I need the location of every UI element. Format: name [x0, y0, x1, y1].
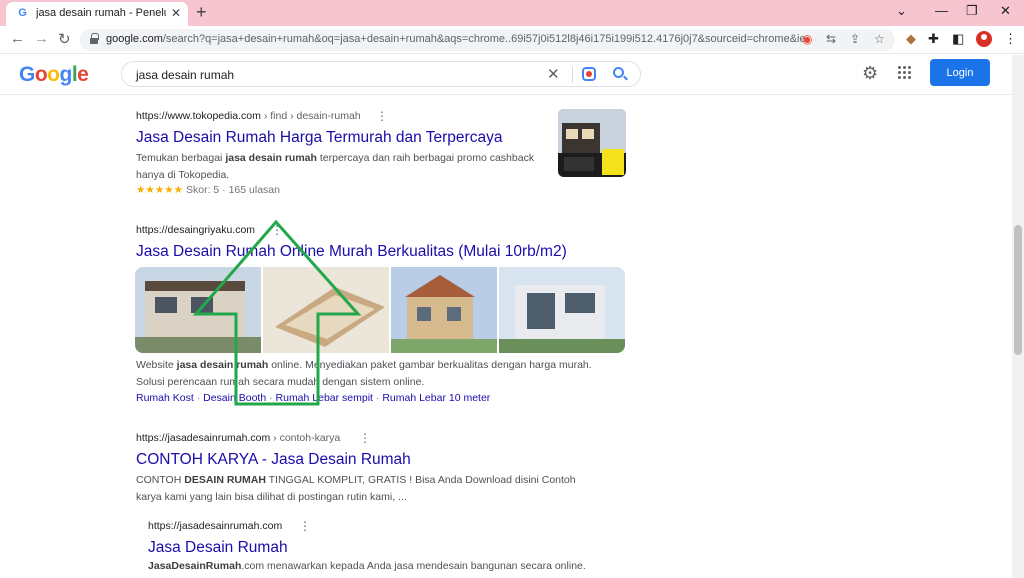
sitelink[interactable]: Rumah Kost	[136, 392, 194, 404]
result-cite[interactable]: https://www.tokopedia.com › find › desai…	[136, 110, 361, 122]
google-favicon-icon: G	[18, 7, 27, 19]
login-button[interactable]: Login	[930, 59, 990, 86]
scrollbar-thumb[interactable]	[1014, 225, 1022, 355]
google-header: Google jasa desain rumah ✕ ⚙ Login	[0, 55, 1012, 95]
tab-title: jasa desain rumah - Penelusuran	[36, 7, 166, 19]
more-options-icon[interactable]: ⋮	[359, 431, 371, 445]
clear-icon[interactable]: ✕	[547, 65, 560, 83]
up-arrow-annotation-icon	[192, 219, 362, 406]
lock-icon	[90, 33, 99, 44]
house-image	[558, 109, 626, 177]
result-title-link[interactable]: CONTOH KARYA - Jasa Desain Rumah	[136, 451, 411, 469]
search-box[interactable]: jasa desain rumah ✕	[121, 61, 641, 87]
result-cite[interactable]: https://jasadesainrumah.com › contoh-kar…	[136, 432, 340, 444]
logo-letter: o	[47, 63, 60, 86]
result-snippet: Temukan berbagai jasa desain rumah terpe…	[136, 152, 535, 181]
page-scrollbar[interactable]	[1012, 55, 1024, 578]
tab-search-icon[interactable]: ⌄	[896, 3, 907, 19]
share-icon[interactable]: ⇪	[850, 32, 860, 46]
logo-letter: g	[59, 63, 73, 86]
profile-avatar-icon[interactable]	[976, 31, 992, 47]
search-input[interactable]: jasa desain rumah	[136, 68, 234, 82]
restore-button[interactable]: ❐	[966, 3, 978, 19]
result-snippet: CONTOH DESAIN RUMAH TINGGAL KOMPLIT, GRA…	[136, 474, 576, 503]
menu-kebab-icon[interactable]: ⋮	[1004, 31, 1017, 47]
result-thumbnail[interactable]	[558, 109, 626, 177]
tab-strip: G jasa desain rumah - Penelusuran ✕ + ⌄ …	[0, 0, 1024, 26]
star-rating-icon: ★★★★★	[136, 184, 184, 196]
search-icon[interactable]	[613, 67, 624, 78]
result-rating: ★★★★★ Skor: 5 · 165 ulasan	[136, 184, 280, 196]
extensions-puzzle-icon[interactable]: ✚	[928, 31, 939, 47]
apps-grid-icon[interactable]	[898, 66, 912, 80]
close-window-button[interactable]: ✕	[1000, 3, 1011, 19]
logo-letter: e	[77, 63, 89, 86]
url-text: google.com/search?q=jasa+desain+rumah&oq…	[106, 33, 806, 45]
result-title-link[interactable]: Jasa Desain Rumah	[148, 539, 288, 557]
bookmark-star-icon[interactable]: ☆	[874, 32, 885, 46]
translate-icon[interactable]: ⇆	[826, 32, 836, 46]
forward-arrow-icon[interactable]: →	[34, 30, 49, 47]
back-arrow-icon[interactable]: ←	[10, 30, 25, 47]
new-tab-button[interactable]: +	[196, 2, 207, 22]
result-title-link[interactable]: Jasa Desain Rumah Harga Termurah dan Ter…	[136, 129, 502, 147]
gear-icon[interactable]: ⚙	[862, 63, 878, 84]
more-options-icon[interactable]: ⋮	[299, 519, 311, 533]
tab-close-icon[interactable]: ✕	[171, 6, 181, 20]
extension-icon[interactable]: ◆	[906, 31, 916, 47]
address-bar[interactable]: google.com/search?q=jasa+desain+rumah&oq…	[80, 29, 895, 51]
lens-camera-icon[interactable]	[582, 67, 596, 81]
result-snippet: JasaDesainRumah.com menawarkan kepada An…	[148, 560, 586, 572]
result-cite[interactable]: https://jasadesainrumah.com	[148, 520, 282, 532]
search-results: https://www.tokopedia.com › find › desai…	[0, 96, 1012, 578]
google-logo[interactable]: Google	[19, 63, 89, 87]
more-options-icon[interactable]: ⋮	[376, 109, 388, 123]
reload-icon[interactable]: ↻	[58, 30, 71, 48]
search-divider	[572, 67, 573, 83]
logo-letter: o	[34, 63, 48, 86]
google-lens-icon[interactable]: ◉	[802, 32, 812, 46]
browser-toolbar: ← → ↻ google.com/search?q=jasa+desain+ru…	[0, 26, 1024, 54]
sitelink[interactable]: Rumah Lebar 10 meter	[382, 392, 490, 404]
logo-letter: G	[19, 63, 35, 86]
active-tab[interactable]: G jasa desain rumah - Penelusuran ✕	[6, 2, 188, 26]
minimize-button[interactable]: —	[935, 3, 948, 18]
side-panel-icon[interactable]: ◧	[952, 31, 964, 47]
